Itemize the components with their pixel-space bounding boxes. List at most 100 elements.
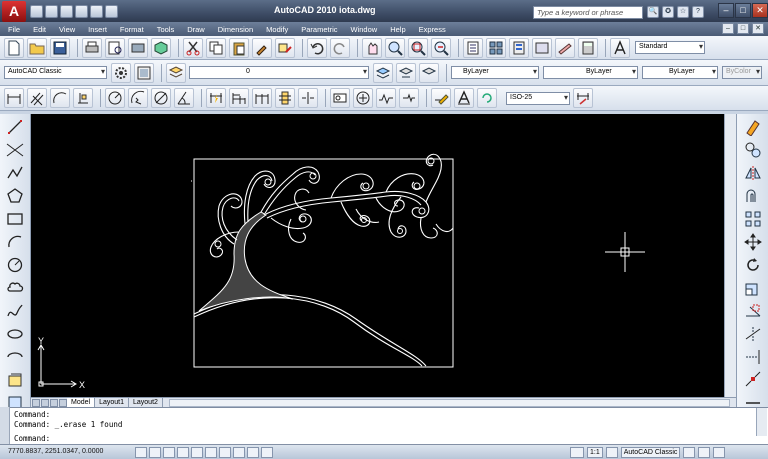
erase-icon[interactable] bbox=[742, 117, 764, 137]
favorites-icon[interactable]: ☆ bbox=[677, 6, 689, 18]
workspace-switching-select[interactable]: AutoCAD Classic bbox=[620, 447, 681, 458]
communication-center-icon[interactable]: ✪ bbox=[662, 6, 674, 18]
lineweight-button[interactable] bbox=[247, 447, 259, 458]
last-tab-button[interactable] bbox=[59, 398, 67, 407]
move-icon[interactable] bbox=[742, 232, 764, 252]
text-style-icon[interactable] bbox=[610, 37, 630, 58]
paste-icon[interactable] bbox=[229, 37, 249, 58]
jogged-linear-icon[interactable] bbox=[399, 88, 419, 108]
menu-file[interactable]: File bbox=[8, 25, 20, 34]
workspace-settings-icon[interactable] bbox=[111, 62, 131, 83]
offset-icon[interactable] bbox=[742, 186, 764, 206]
text-style-select[interactable]: Standard bbox=[635, 41, 705, 54]
publish-icon[interactable] bbox=[128, 37, 148, 58]
polar-tracking-button[interactable] bbox=[177, 447, 189, 458]
mirror-icon[interactable] bbox=[742, 163, 764, 183]
menu-format[interactable]: Format bbox=[120, 25, 144, 34]
break-at-point-icon[interactable] bbox=[742, 370, 764, 390]
properties-icon[interactable] bbox=[463, 37, 483, 58]
dynamic-input-button[interactable] bbox=[233, 447, 245, 458]
linear-dimension-icon[interactable] bbox=[4, 88, 24, 108]
color-control-select[interactable]: ByLayer bbox=[451, 66, 539, 79]
radius-dimension-icon[interactable] bbox=[105, 88, 125, 108]
polyline-icon[interactable] bbox=[4, 163, 26, 183]
menu-window[interactable]: Window bbox=[351, 25, 378, 34]
dimension-text-edit-icon[interactable] bbox=[454, 88, 474, 108]
ordinate-dimension-icon[interactable] bbox=[73, 88, 93, 108]
save-icon[interactable] bbox=[60, 5, 73, 18]
command-scrollbar[interactable] bbox=[756, 408, 767, 436]
aligned-dimension-icon[interactable] bbox=[27, 88, 47, 108]
menu-dimension[interactable]: Dimension bbox=[218, 25, 253, 34]
trim-icon[interactable] bbox=[742, 324, 764, 344]
drawing-area[interactable]: Y X bbox=[31, 114, 724, 397]
workspace-select[interactable]: AutoCAD Classic bbox=[4, 66, 107, 79]
menu-parametric[interactable]: Parametric bbox=[301, 25, 337, 34]
dim-style-select[interactable]: ISO-25 bbox=[506, 91, 570, 105]
plot-preview-icon[interactable] bbox=[105, 37, 125, 58]
dimension-update-icon[interactable] bbox=[477, 88, 497, 108]
dimension-style-icon[interactable] bbox=[573, 88, 593, 108]
menu-help[interactable]: Help bbox=[390, 25, 405, 34]
zoom-realtime-icon[interactable] bbox=[385, 37, 405, 58]
menu-edit[interactable]: Edit bbox=[33, 25, 46, 34]
tab-layout2[interactable]: Layout2 bbox=[129, 397, 163, 408]
block-editor-icon[interactable] bbox=[275, 37, 295, 58]
annotation-visibility-icon[interactable] bbox=[605, 447, 618, 458]
jogged-dimension-icon[interactable] bbox=[128, 88, 148, 108]
layer-properties-manager-icon[interactable] bbox=[166, 62, 186, 83]
object-snap-button[interactable] bbox=[191, 447, 203, 458]
ellipse-icon[interactable] bbox=[4, 324, 26, 344]
quick-properties-button[interactable] bbox=[261, 447, 273, 458]
copy-icon[interactable] bbox=[206, 37, 226, 58]
rotate-icon[interactable] bbox=[742, 255, 764, 275]
match-properties-icon[interactable] bbox=[252, 37, 272, 58]
coordinates-readout[interactable]: 7770.8837, 2251.0347, 0.0000 bbox=[8, 448, 103, 455]
revision-cloud-icon[interactable] bbox=[4, 278, 26, 298]
dimension-space-icon[interactable] bbox=[275, 88, 295, 108]
layer-previous-icon[interactable] bbox=[396, 62, 416, 83]
horizontal-scrollbar[interactable] bbox=[168, 398, 730, 407]
scale-icon[interactable] bbox=[742, 278, 764, 298]
layer-states-icon[interactable] bbox=[419, 62, 439, 83]
doc-restore-button[interactable]: □ bbox=[737, 23, 749, 34]
vertical-scrollbar[interactable] bbox=[724, 114, 736, 397]
tab-model[interactable]: Model bbox=[67, 397, 96, 408]
menu-insert[interactable]: Insert bbox=[88, 25, 107, 34]
close-button[interactable]: ✕ bbox=[752, 3, 768, 18]
open-file-icon[interactable] bbox=[27, 37, 47, 58]
redo-icon[interactable] bbox=[90, 5, 103, 18]
toolbar-lock-icon[interactable] bbox=[683, 447, 696, 458]
line-icon[interactable] bbox=[4, 117, 26, 137]
menu-express[interactable]: Express bbox=[419, 25, 446, 34]
inspection-icon[interactable] bbox=[376, 88, 396, 108]
polygon-icon[interactable] bbox=[4, 186, 26, 206]
next-tab-button[interactable] bbox=[50, 398, 58, 407]
quick-dimension-icon[interactable] bbox=[206, 88, 226, 108]
undo-arrow-icon[interactable] bbox=[307, 37, 327, 58]
spline-icon[interactable] bbox=[4, 301, 26, 321]
menu-tools[interactable]: Tools bbox=[157, 25, 175, 34]
qnew-icon[interactable] bbox=[4, 37, 24, 58]
model-space-button[interactable] bbox=[570, 447, 584, 458]
3d-dwf-icon[interactable] bbox=[151, 37, 171, 58]
doc-close-button[interactable]: ✕ bbox=[752, 23, 764, 34]
snap-mode-button[interactable] bbox=[135, 447, 147, 458]
arc-length-icon[interactable] bbox=[50, 88, 70, 108]
grid-display-button[interactable] bbox=[149, 447, 161, 458]
baseline-dimension-icon[interactable] bbox=[229, 88, 249, 108]
zoom-previous-icon[interactable] bbox=[431, 37, 451, 58]
pan-realtime-icon[interactable] bbox=[362, 37, 382, 58]
linetype-control-select[interactable]: ByLayer bbox=[543, 66, 638, 79]
search-icon[interactable]: 🔍 bbox=[647, 6, 659, 18]
tab-layout1[interactable]: Layout1 bbox=[95, 397, 129, 408]
continue-dimension-icon[interactable] bbox=[252, 88, 272, 108]
dimension-break-icon[interactable] bbox=[298, 88, 318, 108]
annotation-scale-select[interactable]: 1:1 bbox=[587, 447, 603, 458]
tool-palettes-icon[interactable] bbox=[509, 37, 529, 58]
insert-block-icon[interactable] bbox=[4, 370, 26, 390]
angular-dimension-icon[interactable] bbox=[174, 88, 194, 108]
maximize-button[interactable]: □ bbox=[735, 3, 751, 18]
help-icon[interactable]: ? bbox=[692, 6, 704, 18]
command-input[interactable]: Command: bbox=[14, 434, 50, 443]
